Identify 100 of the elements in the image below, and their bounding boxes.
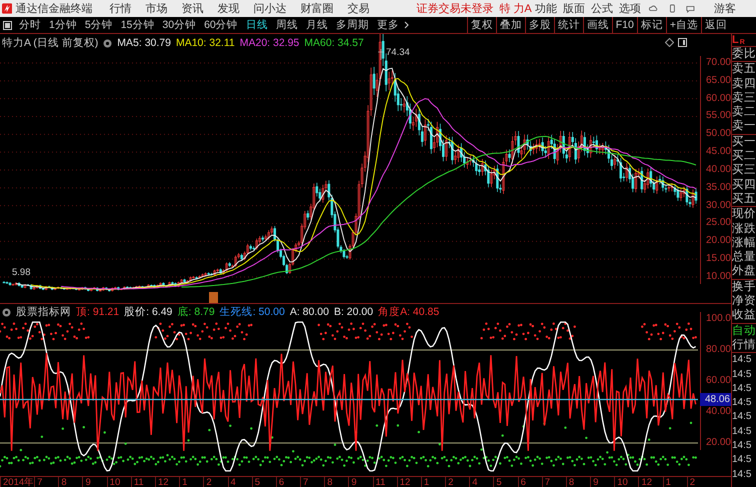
- quote-label: 卖二: [732, 105, 756, 120]
- menu-item[interactable]: 发现: [217, 1, 240, 16]
- quote-label: 现价: [732, 207, 756, 222]
- menu-item[interactable]: 资讯: [181, 1, 204, 16]
- trade-time: 14:5: [732, 439, 752, 454]
- indicator-axis-label: 20.00: [704, 436, 732, 450]
- date-axis-label: 2: [445, 477, 470, 487]
- date-axis-label: 7: [542, 477, 566, 487]
- date-axis-label: 8: [566, 477, 590, 487]
- menu-item[interactable]: 交易: [347, 1, 370, 16]
- date-axis-label: 5: [252, 477, 276, 487]
- date-axis-label: 9: [348, 477, 373, 487]
- menu-item[interactable]: 功能: [534, 1, 557, 16]
- date-axis-label: 4: [228, 477, 252, 487]
- date-axis-label: 10: [106, 477, 131, 487]
- cloud-icon[interactable]: [648, 3, 658, 14]
- chevron-right-icon[interactable]: [404, 21, 409, 29]
- date-axis-label: 7: [34, 477, 58, 487]
- period-tab[interactable]: 多周期: [332, 18, 372, 32]
- current-value-label: 48.06: [700, 392, 731, 406]
- period-tab[interactable]: 1分钟: [46, 18, 80, 32]
- period-tab[interactable]: 更多: [374, 18, 402, 32]
- indicator-value: A: 80.00: [290, 306, 329, 318]
- login-status[interactable]: 证券交易未登录: [416, 1, 494, 16]
- date-axis-label: 9: [590, 477, 614, 487]
- date-axis-label: 1: [662, 477, 687, 487]
- quote-label: 买五: [732, 192, 756, 206]
- period-tab[interactable]: 日线: [242, 18, 271, 32]
- toolbar-button[interactable]: 多股: [524, 17, 554, 33]
- price-axis-label: 25.00: [704, 216, 732, 230]
- menu-item[interactable]: 问小达: [253, 1, 286, 16]
- indicator-value: B: 20.00: [334, 306, 374, 318]
- price-axis-label: 10.00: [704, 270, 732, 284]
- menu-item[interactable]: 公式: [590, 1, 613, 16]
- price-axis-label: 20.00: [704, 234, 732, 248]
- date-axis-label: 11: [372, 477, 397, 487]
- panel-toggle-icon[interactable]: [678, 38, 687, 47]
- period-tab[interactable]: 30分钟: [159, 18, 200, 32]
- quote-label: 买二: [732, 149, 756, 164]
- period-tab[interactable]: 分时: [16, 18, 44, 32]
- menu-item[interactable]: 市场: [145, 1, 168, 16]
- moving-average-value: MA10: 32.11: [176, 37, 235, 49]
- trade-time: 14:5: [732, 468, 752, 482]
- app-logo-icon: [2, 2, 12, 15]
- price-axis-label: 30.00: [704, 198, 732, 213]
- diamond-icon[interactable]: [665, 38, 674, 47]
- price-axis-label: 15.00: [704, 252, 732, 266]
- date-axis-label: 10: [614, 477, 638, 487]
- user-name[interactable]: 游客: [714, 1, 736, 16]
- price-axis-label: 65.00: [704, 74, 732, 88]
- quote-label: 卖四: [732, 76, 756, 91]
- phone-icon[interactable]: [668, 3, 676, 14]
- moving-average-value: MA60: 34.57: [304, 37, 364, 49]
- date-axis-label: 12: [396, 477, 421, 487]
- gear-icon[interactable]: [103, 38, 112, 48]
- mode-label[interactable]: 自动: [732, 324, 756, 338]
- quote-label: 净资: [732, 294, 756, 308]
- quote-label: 委比: [732, 47, 756, 62]
- toolbar-button[interactable]: 复权: [466, 17, 496, 33]
- price-axis-label: 60.00: [704, 92, 732, 106]
- period-tab[interactable]: 15分钟: [118, 18, 158, 32]
- period-tab[interactable]: 60分钟: [201, 18, 241, 32]
- menu-item[interactable]: 选项: [618, 1, 641, 16]
- quote-label: 换手: [732, 280, 756, 294]
- message-icon[interactable]: [686, 3, 695, 14]
- date-axis-label: 12: [638, 477, 663, 487]
- toolbar-button[interactable]: 叠加: [496, 17, 525, 33]
- menu-item[interactable]: 财富圈: [300, 1, 334, 16]
- indicator-value: 顶: 91.21: [76, 305, 120, 320]
- panel-toggle-icon[interactable]: [3, 20, 12, 30]
- quote-label: 买四: [732, 178, 756, 192]
- trade-time: 14:5: [732, 410, 752, 424]
- indicator-value: 股价: 6.49: [124, 305, 172, 320]
- event-marker-icon[interactable]: [209, 292, 218, 303]
- toolbar-button[interactable]: +自选: [666, 17, 701, 33]
- price-axis-label: 70.00: [704, 56, 732, 70]
- quote-label: 卖五: [732, 62, 756, 77]
- toolbar-button[interactable]: 标记: [636, 17, 666, 33]
- toolbar-button[interactable]: 返回: [701, 17, 730, 33]
- toolbar-button[interactable]: 统计: [554, 17, 583, 33]
- date-axis-label: 2: [203, 477, 228, 487]
- quote-label: 收益: [732, 308, 756, 323]
- price-axis-label: 55.00: [704, 109, 732, 124]
- toolbar-button[interactable]: 画线: [582, 17, 612, 33]
- gear-icon[interactable]: [2, 308, 11, 317]
- date-axis-label: 2014年: [0, 477, 34, 487]
- trade-time: 14:5: [732, 382, 752, 396]
- menu-item[interactable]: 行情: [109, 1, 132, 16]
- toolbar-button[interactable]: F10: [612, 17, 637, 33]
- menu-item[interactable]: 版面: [562, 1, 585, 16]
- trade-time: 14:5: [732, 424, 752, 439]
- period-tab[interactable]: 周线: [272, 18, 301, 32]
- moving-average-value: MA5: 30.79: [117, 37, 171, 49]
- period-tab[interactable]: 月线: [302, 18, 331, 32]
- indicator-name: 股票指标网: [16, 305, 71, 320]
- price-axis-label: 45.00: [704, 145, 732, 160]
- indicator-value: 角度A: 40.85: [378, 305, 440, 320]
- indicator-axis-label: 100.0: [704, 312, 732, 326]
- period-tab[interactable]: 5分钟: [82, 18, 116, 32]
- indicator-axis-label: 80.00: [704, 343, 732, 358]
